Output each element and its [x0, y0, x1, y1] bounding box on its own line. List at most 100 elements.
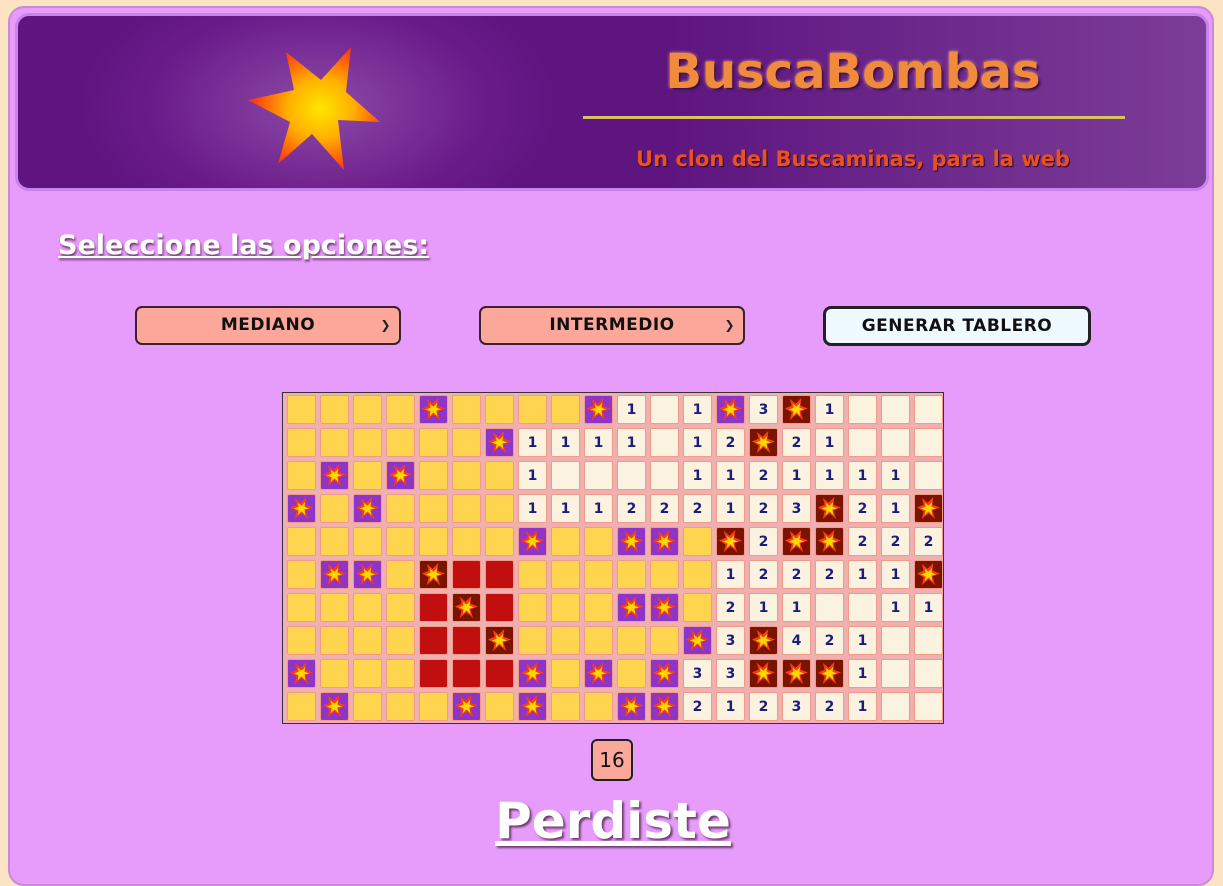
board-cell[interactable] [353, 461, 382, 490]
exploded-bomb-cell[interactable] [485, 626, 514, 655]
board-cell[interactable] [914, 461, 943, 490]
board-cell[interactable] [353, 692, 382, 721]
number-cell[interactable]: 1 [551, 494, 580, 523]
board-cell[interactable] [518, 560, 547, 589]
number-cell[interactable]: 2 [683, 692, 712, 721]
number-cell[interactable]: 1 [782, 461, 811, 490]
board-cell[interactable] [320, 659, 349, 688]
board-cell[interactable] [287, 395, 316, 424]
board-cell[interactable] [848, 428, 877, 457]
bomb-cell[interactable] [650, 527, 679, 556]
bomb-cell[interactable] [584, 395, 613, 424]
board-cell[interactable] [848, 395, 877, 424]
board-size-select[interactable]: MEDIANO ❯ [135, 306, 401, 345]
board-cell[interactable] [287, 461, 316, 490]
board-cell[interactable] [551, 626, 580, 655]
board-cell[interactable] [584, 461, 613, 490]
board-cell[interactable] [485, 395, 514, 424]
board-cell[interactable] [419, 593, 448, 622]
board-cell[interactable] [452, 428, 481, 457]
number-cell[interactable]: 1 [584, 428, 613, 457]
board-cell[interactable] [551, 461, 580, 490]
board-cell[interactable] [320, 626, 349, 655]
number-cell[interactable]: 4 [782, 626, 811, 655]
number-cell[interactable]: 2 [815, 626, 844, 655]
number-cell[interactable]: 1 [749, 593, 778, 622]
number-cell[interactable]: 1 [716, 692, 745, 721]
exploded-bomb-cell[interactable] [452, 593, 481, 622]
board-cell[interactable] [386, 494, 415, 523]
board-cell[interactable] [584, 626, 613, 655]
bomb-cell[interactable] [287, 659, 316, 688]
board-cell[interactable] [617, 560, 646, 589]
board-cell[interactable] [353, 659, 382, 688]
number-cell[interactable]: 1 [716, 494, 745, 523]
board-cell[interactable] [518, 593, 547, 622]
number-cell[interactable]: 3 [782, 692, 811, 721]
board-cell[interactable] [914, 692, 943, 721]
number-cell[interactable]: 1 [848, 692, 877, 721]
board-cell[interactable] [320, 428, 349, 457]
board-cell[interactable] [881, 428, 910, 457]
board-cell[interactable] [881, 692, 910, 721]
number-cell[interactable]: 1 [716, 461, 745, 490]
number-cell[interactable]: 2 [749, 560, 778, 589]
board-cell[interactable] [419, 527, 448, 556]
bomb-cell[interactable] [452, 692, 481, 721]
number-cell[interactable]: 2 [782, 560, 811, 589]
number-cell[interactable]: 1 [683, 428, 712, 457]
board-cell[interactable] [848, 593, 877, 622]
number-cell[interactable]: 1 [848, 461, 877, 490]
board-cell[interactable] [353, 527, 382, 556]
board-cell[interactable] [419, 659, 448, 688]
number-cell[interactable]: 3 [683, 659, 712, 688]
board-cell[interactable] [485, 527, 514, 556]
board-cell[interactable] [551, 692, 580, 721]
board-cell[interactable] [386, 527, 415, 556]
board-cell[interactable] [320, 395, 349, 424]
bomb-cell[interactable] [419, 395, 448, 424]
number-cell[interactable]: 1 [518, 494, 547, 523]
board-cell[interactable] [584, 593, 613, 622]
number-cell[interactable]: 1 [683, 461, 712, 490]
number-cell[interactable]: 3 [782, 494, 811, 523]
number-cell[interactable]: 2 [782, 428, 811, 457]
board-cell[interactable] [584, 527, 613, 556]
bomb-cell[interactable] [353, 494, 382, 523]
board-cell[interactable] [386, 692, 415, 721]
board-cell[interactable] [287, 692, 316, 721]
bomb-cell[interactable] [716, 395, 745, 424]
number-cell[interactable]: 1 [881, 461, 910, 490]
number-cell[interactable]: 1 [848, 659, 877, 688]
exploded-bomb-cell[interactable] [749, 428, 778, 457]
bomb-cell[interactable] [650, 659, 679, 688]
board-cell[interactable] [815, 593, 844, 622]
bomb-cell[interactable] [320, 461, 349, 490]
board-cell[interactable] [914, 395, 943, 424]
exploded-bomb-cell[interactable] [749, 659, 778, 688]
number-cell[interactable]: 1 [815, 428, 844, 457]
number-cell[interactable]: 1 [617, 428, 646, 457]
exploded-bomb-cell[interactable] [716, 527, 745, 556]
board-cell[interactable] [584, 692, 613, 721]
bomb-cell[interactable] [320, 692, 349, 721]
exploded-bomb-cell[interactable] [914, 494, 943, 523]
bomb-cell[interactable] [617, 527, 646, 556]
board-cell[interactable] [452, 626, 481, 655]
exploded-bomb-cell[interactable] [815, 494, 844, 523]
board-cell[interactable] [683, 527, 712, 556]
board-cell[interactable] [485, 593, 514, 622]
number-cell[interactable]: 2 [650, 494, 679, 523]
exploded-bomb-cell[interactable] [815, 659, 844, 688]
exploded-bomb-cell[interactable] [782, 659, 811, 688]
board-cell[interactable] [353, 626, 382, 655]
board-cell[interactable] [551, 395, 580, 424]
number-cell[interactable]: 2 [815, 560, 844, 589]
board-cell[interactable] [287, 560, 316, 589]
board-cell[interactable] [386, 626, 415, 655]
exploded-bomb-cell[interactable] [782, 395, 811, 424]
board-cell[interactable] [287, 527, 316, 556]
bomb-cell[interactable] [386, 461, 415, 490]
bomb-cell[interactable] [617, 593, 646, 622]
board-cell[interactable] [485, 692, 514, 721]
